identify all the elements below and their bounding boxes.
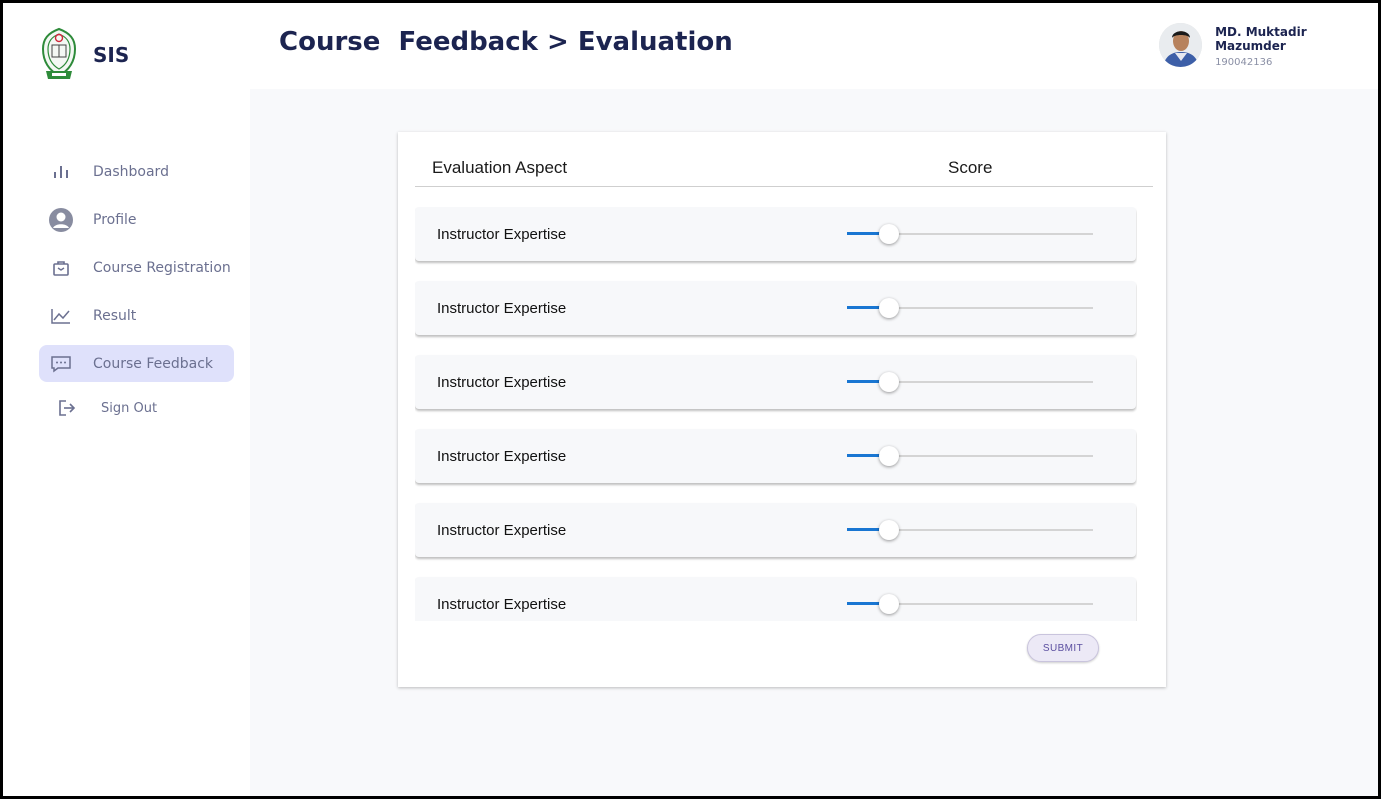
- sign-out-icon: [53, 394, 81, 422]
- bar-chart-icon: [47, 158, 75, 186]
- evaluation-row: Instructor Expertise: [415, 503, 1136, 557]
- slider-thumb[interactable]: [878, 520, 899, 540]
- app-window: SIS Dashboard Profile Course Registratio…: [3, 3, 1378, 796]
- score-slider[interactable]: [847, 224, 1093, 244]
- slider-thumb[interactable]: [878, 298, 899, 318]
- line-chart-icon: [47, 302, 75, 330]
- sidebar-item-profile[interactable]: Profile: [39, 201, 234, 238]
- evaluation-rows[interactable]: Instructor Expertise Instructor Expertise…: [415, 207, 1137, 621]
- evaluation-row: Instructor Expertise: [415, 207, 1136, 261]
- submit-button[interactable]: SUBMIT: [1027, 634, 1099, 662]
- sidebar-item-sign-out[interactable]: Sign Out: [39, 393, 234, 423]
- evaluation-row: Instructor Expertise: [415, 577, 1136, 621]
- score-slider[interactable]: [847, 446, 1093, 466]
- evaluation-row: Instructor Expertise: [415, 355, 1136, 409]
- column-header-aspect: Evaluation Aspect: [432, 158, 568, 177]
- evaluation-table-header: Evaluation Aspect Score: [415, 132, 1153, 187]
- chat-icon: [47, 350, 75, 378]
- sidebar-item-label: Result: [93, 307, 137, 324]
- sidebar-nav: Dashboard Profile Course Registration Re…: [39, 153, 234, 434]
- user-info: MD. Muktadir Mazumder 190042136: [1215, 25, 1378, 68]
- evaluation-aspect-label: Instructor Expertise: [437, 522, 567, 539]
- user-profile[interactable]: MD. Muktadir Mazumder 190042136: [1159, 23, 1378, 68]
- sidebar-item-label: Profile: [93, 211, 137, 228]
- sidebar-item-result[interactable]: Result: [39, 297, 234, 334]
- slider-thumb[interactable]: [878, 224, 899, 244]
- user-id: 190042136: [1215, 57, 1273, 68]
- avatar[interactable]: [1159, 23, 1203, 67]
- evaluation-aspect-label: Instructor Expertise: [437, 300, 567, 317]
- score-slider[interactable]: [847, 372, 1093, 392]
- main-content: Evaluation Aspect Score Instructor Exper…: [250, 89, 1378, 796]
- evaluation-row: Instructor Expertise: [415, 429, 1136, 483]
- column-header-score: Score: [948, 158, 993, 177]
- app-name: SIS: [93, 43, 130, 67]
- slider-thumb[interactable]: [878, 372, 899, 392]
- slider-thumb[interactable]: [878, 446, 899, 466]
- sidebar-item-label: Course Feedback: [93, 355, 213, 372]
- sidebar-item-dashboard[interactable]: Dashboard: [39, 153, 234, 190]
- evaluation-aspect-label: Instructor Expertise: [437, 596, 567, 613]
- score-slider[interactable]: [847, 520, 1093, 540]
- brand: SIS: [40, 27, 129, 83]
- sidebar-item-course-feedback[interactable]: Course Feedback: [39, 345, 234, 382]
- bag-icon: [47, 254, 75, 282]
- evaluation-card: Evaluation Aspect Score Instructor Exper…: [398, 132, 1166, 687]
- user-circle-icon: [47, 206, 75, 234]
- sidebar-item-label: Course Registration: [93, 259, 231, 276]
- university-logo: [41, 27, 77, 79]
- evaluation-aspect-label: Instructor Expertise: [437, 374, 567, 391]
- sidebar-item-course-registration[interactable]: Course Registration: [39, 249, 234, 286]
- user-name: MD. Muktadir Mazumder: [1215, 25, 1307, 53]
- sidebar-item-label: Dashboard: [93, 163, 169, 180]
- slider-thumb[interactable]: [878, 594, 899, 614]
- score-slider[interactable]: [847, 594, 1093, 614]
- evaluation-row: Instructor Expertise: [415, 281, 1136, 335]
- page-title: Course Feedback > Evaluation: [279, 27, 733, 57]
- evaluation-aspect-label: Instructor Expertise: [437, 448, 567, 465]
- evaluation-aspect-label: Instructor Expertise: [437, 226, 567, 243]
- score-slider[interactable]: [847, 298, 1093, 318]
- sidebar-item-label: Sign Out: [101, 400, 158, 416]
